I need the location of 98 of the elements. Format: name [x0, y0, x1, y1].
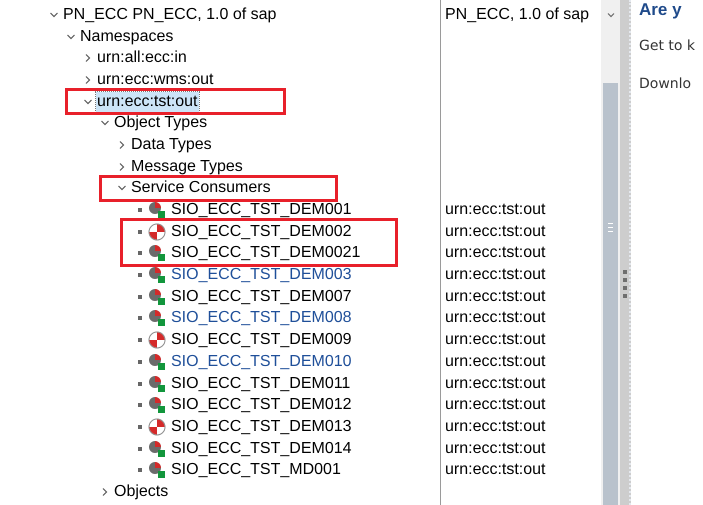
tree-row[interactable]: SIO_ECC_TST_DEM008 urn:ecc:tst:out: [0, 308, 601, 330]
tree-row[interactable]: Object Types: [0, 112, 601, 134]
tree-item[interactable]: SIO_ECC_TST_DEM011: [170, 374, 352, 394]
bullet-icon: [138, 338, 142, 342]
grip-icon: [622, 270, 626, 300]
tree-node[interactable]: Objects: [113, 482, 170, 502]
tree-item[interactable]: SIO_ECC_TST_DEM014: [170, 438, 353, 459]
tree-node[interactable]: PN_ECC PN_ECC, 1.0 of sap: [62, 4, 278, 25]
bullet-icon: [138, 382, 142, 386]
table-cell: urn:ecc:tst:out: [445, 309, 546, 326]
pie-chart-icon: [148, 461, 166, 480]
table-cell: urn:ecc:tst:out: [445, 461, 546, 478]
bullet-icon: [138, 446, 142, 451]
tree-node[interactable]: Namespaces: [79, 26, 174, 47]
quartered-circle-icon: [148, 222, 166, 241]
table-cell: urn:ecc:tst:out: [445, 440, 546, 457]
tree-item[interactable]: SIO_ECC_TST_DEM009: [170, 330, 353, 350]
tree-row[interactable]: Namespaces: [0, 26, 601, 48]
tree-item[interactable]: SIO_ECC_TST_DEM002: [170, 222, 353, 242]
tree-row[interactable]: SIO_ECC_TST_MD001 urn:ecc:tst:out: [0, 459, 601, 482]
tree-row[interactable]: SIO_ECC_TST_DEM012 urn:ecc:tst:out: [0, 394, 601, 416]
chevron-right-icon[interactable]: [117, 140, 127, 150]
tree-item[interactable]: SIO_ECC_TST_DEM0021: [170, 243, 362, 264]
tree-row[interactable]: Data Types: [0, 134, 601, 156]
panel-text: Downlo: [639, 76, 692, 92]
tree-node[interactable]: Object Types: [113, 113, 208, 134]
tree-row[interactable]: SIO_ECC_TST_DEM011 urn:ecc:tst:out: [0, 372, 601, 394]
quartered-circle-icon: [148, 418, 166, 436]
quartered-circle-icon: [148, 331, 166, 350]
chevron-down-icon[interactable]: [83, 96, 93, 107]
table-cell: PN_ECC, 1.0 of sap: [445, 6, 590, 23]
tree-row[interactable]: SIO_ECC_TST_DEM009 urn:ecc:tst:out: [0, 329, 601, 351]
pie-chart-icon: [148, 266, 166, 284]
bullet-icon: [138, 230, 142, 234]
bullet-icon: [138, 273, 142, 278]
table-cell: urn:ecc:tst:out: [445, 352, 546, 370]
chevron-right-icon[interactable]: [100, 486, 110, 497]
tree-item[interactable]: SIO_ECC_TST_MD001: [170, 460, 342, 480]
splitter-handle[interactable]: [620, 0, 631, 505]
chevron-down-icon[interactable]: [66, 32, 76, 42]
tree-item[interactable]: SIO_ECC_TST_DEM007: [170, 286, 353, 307]
bullet-icon: [138, 468, 142, 472]
table-cell: urn:ecc:tst:out: [445, 374, 546, 392]
tree-item[interactable]: SIO_ECC_TST_DEM003: [170, 265, 353, 286]
tree-item[interactable]: SIO_ECC_TST_DEM013: [170, 416, 353, 437]
tree-node[interactable]: Message Types: [130, 156, 244, 177]
scrollbar[interactable]: [601, 0, 620, 505]
tree-row[interactable]: PN_ECC PN_ECC, 1.0 of sap PN_ECC, 1.0 of sap: [0, 4, 601, 26]
tree-node[interactable]: Data Types: [130, 134, 213, 155]
tree-node[interactable]: urn:ecc:tst:out: [96, 92, 198, 112]
chevron-right-icon[interactable]: [117, 162, 127, 172]
tree-row[interactable]: SIO_ECC_TST_DEM010 urn:ecc:tst:out: [0, 351, 601, 373]
tree-row[interactable]: SIO_ECC_TST_DEM003 urn:ecc:tst:out: [0, 264, 601, 286]
panel-text: Get to k: [639, 38, 696, 54]
panel-heading: Are y: [639, 0, 682, 20]
bullet-icon: [138, 360, 142, 364]
table-cell: urn:ecc:tst:out: [445, 244, 546, 262]
bullet-icon: [138, 208, 142, 212]
pie-chart-icon: [148, 309, 166, 328]
pie-chart-icon: [148, 244, 166, 262]
pie-chart-icon: [148, 288, 166, 306]
tree-item[interactable]: SIO_ECC_TST_DEM012: [170, 395, 353, 416]
table-cell: urn:ecc:tst:out: [445, 418, 546, 435]
tree-node[interactable]: Service Consumers: [130, 178, 272, 198]
chevron-down-icon[interactable]: [606, 10, 616, 20]
chevron-right-icon[interactable]: [83, 53, 93, 64]
tree-row[interactable]: Message Types: [0, 156, 601, 178]
table-cell: urn:ecc:tst:out: [445, 396, 546, 414]
table-cell: urn:ecc:tst:out: [445, 222, 546, 240]
tree-row[interactable]: SIO_ECC_TST_DEM014 urn:ecc:tst:out: [0, 438, 601, 460]
pie-chart-icon: [148, 374, 166, 393]
tree-item[interactable]: SIO_ECC_TST_DEM010: [170, 352, 353, 372]
pie-chart-icon: [148, 396, 166, 414]
tree-node[interactable]: urn:ecc:wms:out: [96, 70, 214, 90]
table-cell: urn:ecc:tst:out: [445, 266, 546, 284]
tree-row[interactable]: SIO_ECC_TST_DEM007 urn:ecc:tst:out: [0, 286, 601, 308]
tree-node[interactable]: urn:all:ecc:in: [96, 48, 188, 68]
bullet-icon: [138, 316, 142, 320]
bullet-icon: [138, 294, 142, 299]
table-cell: urn:ecc:tst:out: [445, 288, 546, 305]
tree-item[interactable]: SIO_ECC_TST_DEM001: [170, 200, 353, 220]
bullet-icon: [138, 251, 142, 256]
tree-row[interactable]: urn:all:ecc:in: [0, 47, 601, 70]
bullet-icon: [138, 403, 142, 408]
tree-row[interactable]: Objects: [0, 481, 601, 503]
chevron-right-icon[interactable]: [83, 74, 93, 85]
scrollbar-thumb[interactable]: [603, 83, 618, 505]
chevron-down-icon[interactable]: [49, 10, 59, 20]
tree-row[interactable]: SIO_ECC_TST_DEM001 urn:ecc:tst:out: [0, 199, 601, 221]
table-cell: urn:ecc:tst:out: [445, 331, 546, 348]
table-cell: urn:ecc:tst:out: [445, 201, 546, 218]
bullet-icon: [138, 424, 142, 429]
pie-chart-icon: [148, 201, 166, 220]
tree-item[interactable]: SIO_ECC_TST_DEM008: [170, 308, 353, 328]
tree-row[interactable]: SIO_ECC_TST_DEM013 urn:ecc:tst:out: [0, 416, 601, 438]
pie-chart-icon: [148, 352, 166, 371]
pie-chart-icon: [148, 440, 166, 458]
tree-row[interactable]: urn:ecc:wms:out: [0, 69, 601, 91]
